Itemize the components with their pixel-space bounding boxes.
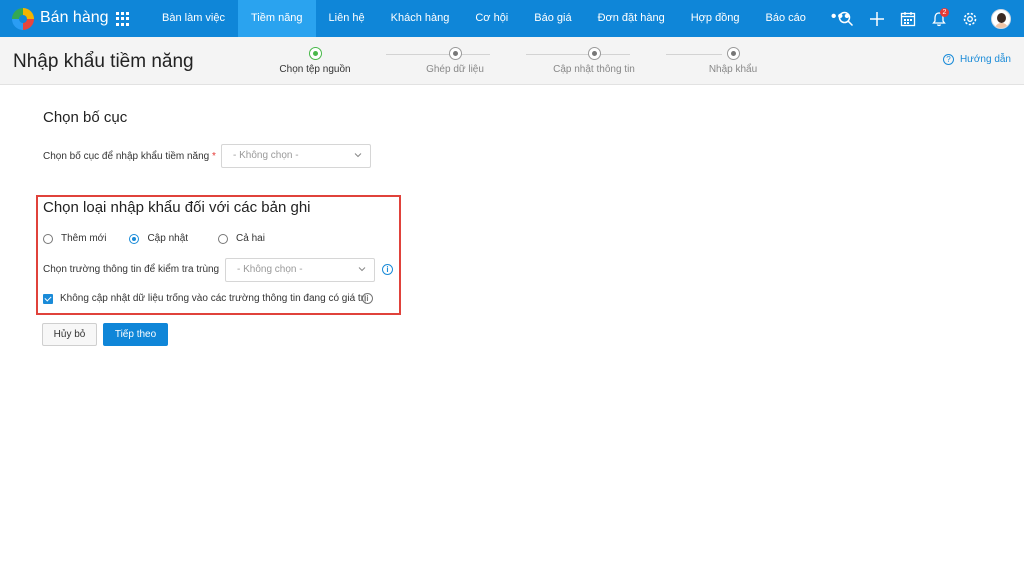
nav-item-workspace[interactable]: Bàn làm việc <box>149 0 238 37</box>
nav-item-contacts[interactable]: Liên hệ <box>316 0 378 37</box>
cancel-button[interactable]: Hủy bỏ <box>42 323 97 346</box>
add-icon[interactable] <box>861 0 892 37</box>
import-stepper: Chọn tệp nguồn Ghép dữ liệu Cập nhật thô… <box>270 47 770 79</box>
help-question-icon: ? <box>942 54 954 65</box>
nav-item-contracts[interactable]: Hợp đồng <box>678 0 753 37</box>
search-icon[interactable] <box>830 0 861 37</box>
import-type-radio-group: Thêm mới Cập nhật Cả hai <box>43 233 265 244</box>
info-icon[interactable]: i <box>382 264 393 275</box>
radio-both[interactable]: Cả hai <box>218 233 265 244</box>
user-avatar[interactable] <box>985 0 1016 37</box>
step-label: Ghép dữ liệu <box>426 64 484 75</box>
nav-item-reports[interactable]: Báo cáo <box>753 0 819 37</box>
step-dot-icon <box>308 47 322 60</box>
nav-item-quotes[interactable]: Báo giá <box>521 0 584 37</box>
nav-item-customers[interactable]: Khách hàng <box>378 0 463 37</box>
app-title[interactable]: Bán hàng <box>40 9 109 27</box>
layout-select-value: - Không chọn - <box>233 150 299 161</box>
step-map-data: Ghép dữ liệu <box>385 47 525 75</box>
step-import: Nhập khẩu <box>663 47 803 75</box>
help-link[interactable]: ? Hướng dẫn <box>942 54 1011 65</box>
step-dot-icon <box>448 47 462 60</box>
step-dot-icon <box>726 47 740 60</box>
info-icon[interactable]: i <box>362 293 373 304</box>
step-choose-source: Chọn tệp nguồn <box>245 47 385 75</box>
layout-field-label: Chọn bố cục để nhập khẩu tiềm năng * <box>43 151 216 162</box>
radio-label: Thêm mới <box>61 233 107 244</box>
nav-item-leads[interactable]: Tiềm năng <box>237 0 316 37</box>
dup-check-select-value: - Không chọn - <box>237 264 303 275</box>
notification-badge: 2 <box>940 8 949 17</box>
layout-section-title: Chọn bố cục <box>43 109 128 126</box>
radio-circle-icon <box>43 233 53 244</box>
avatar-icon <box>990 8 1011 29</box>
page-title: Nhập khẩu tiềm năng <box>13 51 194 72</box>
main-nav: Bàn làm việc Tiềm năng Liên hệ Khách hàn… <box>149 0 863 37</box>
radio-label: Cập nhật <box>147 233 189 244</box>
radio-circle-icon <box>218 233 229 244</box>
top-navbar: Bán hàng Bàn làm việc Tiềm năng Liên hệ … <box>0 0 1024 37</box>
apps-grid-icon[interactable] <box>116 12 130 26</box>
radio-update[interactable]: Cập nhật <box>129 233 188 244</box>
radio-add-new[interactable]: Thêm mới <box>43 233 106 244</box>
chevron-down-icon <box>358 267 366 272</box>
layout-select[interactable]: - Không chọn - <box>221 144 371 168</box>
dup-check-label: Chọn trường thông tin để kiểm tra trùng <box>43 264 220 275</box>
dup-check-select[interactable]: - Không chọn - <box>225 258 375 282</box>
page-header: Nhập khẩu tiềm năng Chọn tệp nguồn Ghép … <box>0 37 1024 85</box>
step-dot-icon <box>587 47 601 60</box>
step-label: Cập nhật thông tin <box>553 64 635 75</box>
header-actions: 2 <box>830 0 1016 37</box>
app-logo-icon[interactable] <box>12 8 34 30</box>
required-mark: * <box>212 151 216 162</box>
skip-empty-checkbox-label: Không cập nhật dữ liệu trống vào các trư… <box>60 293 367 304</box>
next-button[interactable]: Tiếp theo <box>103 323 168 346</box>
import-type-section-title: Chọn loại nhập khẩu đối với các bản ghi <box>43 199 311 216</box>
nav-item-orders[interactable]: Đơn đặt hàng <box>585 0 678 37</box>
notification-bell-icon[interactable]: 2 <box>923 0 954 37</box>
step-update-info: Cập nhật thông tin <box>524 47 664 75</box>
layout-field-label-text: Chọn bố cục để nhập khẩu tiềm năng <box>43 151 210 162</box>
skip-empty-checkbox-row: Không cập nhật dữ liệu trống vào các trư… <box>43 293 366 304</box>
help-link-label: Hướng dẫn <box>959 54 1011 65</box>
calendar-icon[interactable] <box>892 0 923 37</box>
settings-gear-icon[interactable] <box>954 0 985 37</box>
skip-empty-checkbox[interactable] <box>43 293 53 304</box>
chevron-down-icon <box>354 153 362 158</box>
step-label: Nhập khẩu <box>708 64 758 75</box>
radio-label: Cả hai <box>236 233 265 244</box>
nav-item-opportunities[interactable]: Cơ hội <box>462 0 521 37</box>
step-label: Chọn tệp nguồn <box>279 64 351 75</box>
radio-circle-icon <box>129 233 140 244</box>
